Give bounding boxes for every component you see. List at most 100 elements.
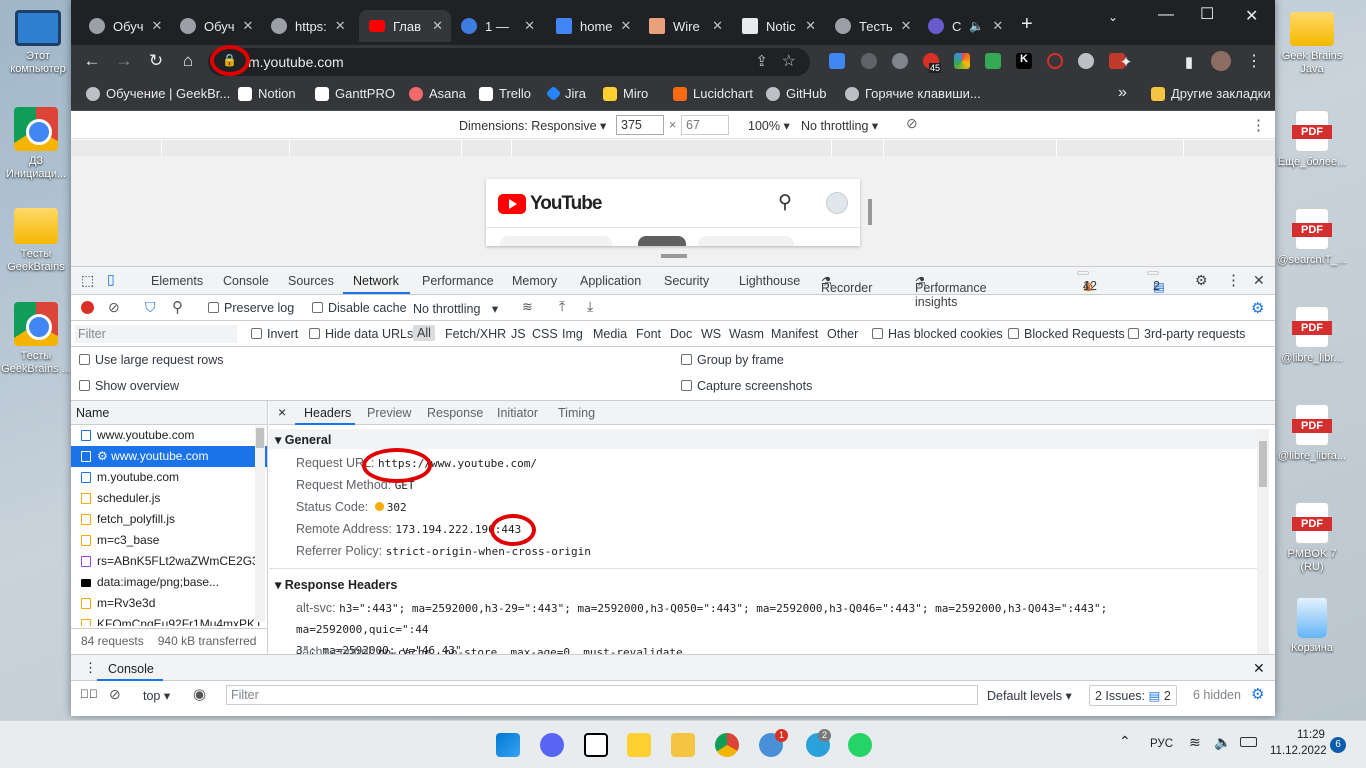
- close-icon[interactable]: ✕: [524, 18, 535, 34]
- other-bookmarks[interactable]: Другие закладки: [1151, 86, 1271, 101]
- desktop-icon-folder-tests[interactable]: Тесты GeekBrains: [1, 208, 71, 274]
- preserve-log-checkbox[interactable]: Preserve log: [208, 301, 294, 315]
- export-har-icon[interactable]: ⤓: [587, 298, 593, 315]
- filter-type-other[interactable]: Other: [827, 327, 858, 341]
- close-icon[interactable]: ✕: [335, 18, 346, 34]
- name-column-header[interactable]: Name: [71, 401, 267, 425]
- browser-tab[interactable]: С 🔈 ✕: [918, 10, 1008, 42]
- close-icon[interactable]: ✕: [712, 18, 723, 34]
- filter-type-js[interactable]: JS: [511, 327, 526, 341]
- drawer-menu-icon[interactable]: ⋮: [84, 660, 97, 676]
- maximize-icon[interactable]: ☐: [1200, 4, 1214, 24]
- detail-tab-initiator[interactable]: Initiator: [497, 406, 538, 420]
- record-icon[interactable]: [81, 301, 94, 314]
- messages-counter[interactable]: ▤ 2: [1147, 271, 1165, 294]
- desktop-icon-geekbrains-java[interactable]: Geek Brains Java: [1277, 12, 1347, 76]
- close-devtools-icon[interactable]: ✕: [1253, 272, 1265, 289]
- bookmark-item[interactable]: Jira: [545, 85, 586, 102]
- browser-tab[interactable]: Обуч ✕: [170, 10, 260, 42]
- clock-date[interactable]: 11.12.2022: [1270, 745, 1327, 757]
- settings-icon[interactable]: ⚙: [1195, 272, 1208, 289]
- browser-tab[interactable]: 1 — ✕: [451, 10, 543, 42]
- search-icon[interactable]: ⚲: [172, 298, 183, 316]
- browser-tab[interactable]: Тесть ✕: [825, 10, 917, 42]
- tab-memory[interactable]: Memory: [512, 274, 557, 288]
- request-row[interactable]: m.youtube.com: [71, 467, 267, 488]
- request-row[interactable]: www.youtube.com: [71, 425, 267, 446]
- desktop-icon-chrome-tests[interactable]: Тесты GeekBrains ...: [1, 302, 71, 376]
- browser-tab-active[interactable]: Глав ✕: [359, 10, 451, 42]
- close-window-icon[interactable]: ✕: [1245, 6, 1258, 26]
- tab-lighthouse[interactable]: Lighthouse: [739, 274, 800, 288]
- invert-checkbox[interactable]: Invert: [251, 327, 298, 341]
- volume-icon[interactable]: 🔈: [1214, 734, 1231, 751]
- request-row[interactable]: rs=ABnK5FLt2waZWmCE2G3c: [71, 551, 267, 572]
- filter-type-font[interactable]: Font: [636, 327, 661, 341]
- tab-performance[interactable]: Performance: [422, 274, 494, 288]
- request-row[interactable]: KFOmCnqEu92Fr1Mu4mxPKT: [71, 614, 267, 626]
- desktop-icon-pdf-4[interactable]: PDF @libre_libra...: [1277, 404, 1347, 463]
- rotate-icon[interactable]: ⊘: [906, 115, 918, 132]
- blocked-cookies-checkbox[interactable]: Has blocked cookies: [872, 327, 1003, 341]
- close-icon[interactable]: ✕: [621, 18, 632, 34]
- reload-icon[interactable]: ↻: [145, 51, 167, 71]
- network-settings-icon[interactable]: ⚙: [1251, 299, 1264, 317]
- desktop-icon-pdf-3[interactable]: PDF @libre_libr...: [1277, 306, 1347, 365]
- extension-icon[interactable]: [1078, 53, 1094, 69]
- kaspersky-icon[interactable]: K: [1016, 53, 1032, 69]
- filter-type-doc[interactable]: Doc: [670, 327, 692, 341]
- response-headers-section-header[interactable]: ▾ Response Headers: [275, 577, 397, 592]
- show-overview-checkbox[interactable]: Show overview: [79, 379, 179, 393]
- notification-count[interactable]: 6: [1330, 737, 1346, 753]
- desktop-icon-pmbok[interactable]: PDF PMBOK 7 (RU): [1277, 502, 1347, 574]
- bookmark-item[interactable]: GitHub: [766, 86, 826, 101]
- console-filter-input[interactable]: Filter: [226, 685, 978, 705]
- tab-elements[interactable]: Elements: [151, 274, 203, 288]
- capture-screenshots-checkbox[interactable]: Capture screenshots: [681, 379, 812, 393]
- group-by-frame-checkbox[interactable]: Group by frame: [681, 353, 784, 367]
- new-tab-button[interactable]: +: [1021, 13, 1033, 36]
- home-icon[interactable]: ⌂: [177, 51, 199, 71]
- resize-handle-right[interactable]: [868, 199, 872, 225]
- issues-button[interactable]: 2 Issues: ▤ 2: [1089, 685, 1177, 706]
- side-panel-icon[interactable]: ▮: [1178, 53, 1200, 71]
- device-toggle-icon[interactable]: ▯: [107, 271, 115, 288]
- detail-tab-headers[interactable]: Headers: [304, 406, 351, 420]
- eye-icon[interactable]: ◉: [193, 685, 206, 703]
- blocked-requests-checkbox[interactable]: Blocked Requests: [1008, 327, 1125, 341]
- chip[interactable]: [698, 236, 794, 246]
- address-bar[interactable]: 🔒 m.youtube.com ⇪ ☆: [208, 48, 810, 76]
- filter-type-wasm[interactable]: Wasm: [729, 327, 764, 341]
- filter-type-fetch[interactable]: Fetch/XHR: [445, 327, 506, 341]
- filter-type-css[interactable]: CSS: [532, 327, 558, 341]
- forward-icon[interactable]: →: [113, 51, 135, 71]
- translate-extension-icon[interactable]: [829, 53, 845, 69]
- close-icon[interactable]: ✕: [901, 18, 912, 34]
- bookmark-item[interactable]: Trello: [479, 86, 531, 101]
- browser-tab[interactable]: Обуч ✕: [79, 10, 169, 42]
- menu-icon[interactable]: ⋮: [1243, 51, 1265, 71]
- tab-sources[interactable]: Sources: [288, 274, 334, 288]
- more-icon[interactable]: ⋮: [1226, 271, 1241, 289]
- hide-data-urls-checkbox[interactable]: Hide data URLs: [309, 327, 413, 341]
- import-har-icon[interactable]: ⤒: [559, 298, 565, 315]
- bookmark-item[interactable]: Обучение | GeekBr...: [86, 86, 230, 101]
- tab-console[interactable]: Console: [223, 274, 269, 288]
- issues-counter[interactable]: ⊗ 42 ⚠ 1: [1077, 271, 1097, 294]
- desktop-icon-pdf-1[interactable]: PDF Еще_более...: [1277, 110, 1347, 169]
- request-row[interactable]: m=c3_base: [71, 530, 267, 551]
- search-icon[interactable]: ⚲: [778, 191, 792, 214]
- large-rows-checkbox[interactable]: Use large request rows: [79, 353, 224, 367]
- browser-tab[interactable]: Notic ✕: [732, 10, 824, 42]
- desktop-icon-recycle-bin[interactable]: Корзина: [1277, 598, 1347, 655]
- filter-type-all[interactable]: All: [413, 325, 435, 341]
- filter-icon[interactable]: ⛉: [145, 299, 156, 316]
- filter-input[interactable]: Filter: [75, 325, 237, 343]
- request-row-selected[interactable]: ⚙ www.youtube.com: [71, 446, 267, 467]
- tab-recorder[interactable]: Recorder ⚗: [821, 274, 872, 295]
- filter-type-media[interactable]: Media: [593, 327, 627, 341]
- avatar[interactable]: [1211, 51, 1231, 71]
- desktop-icon-pdf-2[interactable]: PDF @searchIT_...: [1277, 208, 1347, 267]
- media-query-bar[interactable]: [71, 140, 1275, 156]
- tab-security[interactable]: Security: [664, 274, 709, 288]
